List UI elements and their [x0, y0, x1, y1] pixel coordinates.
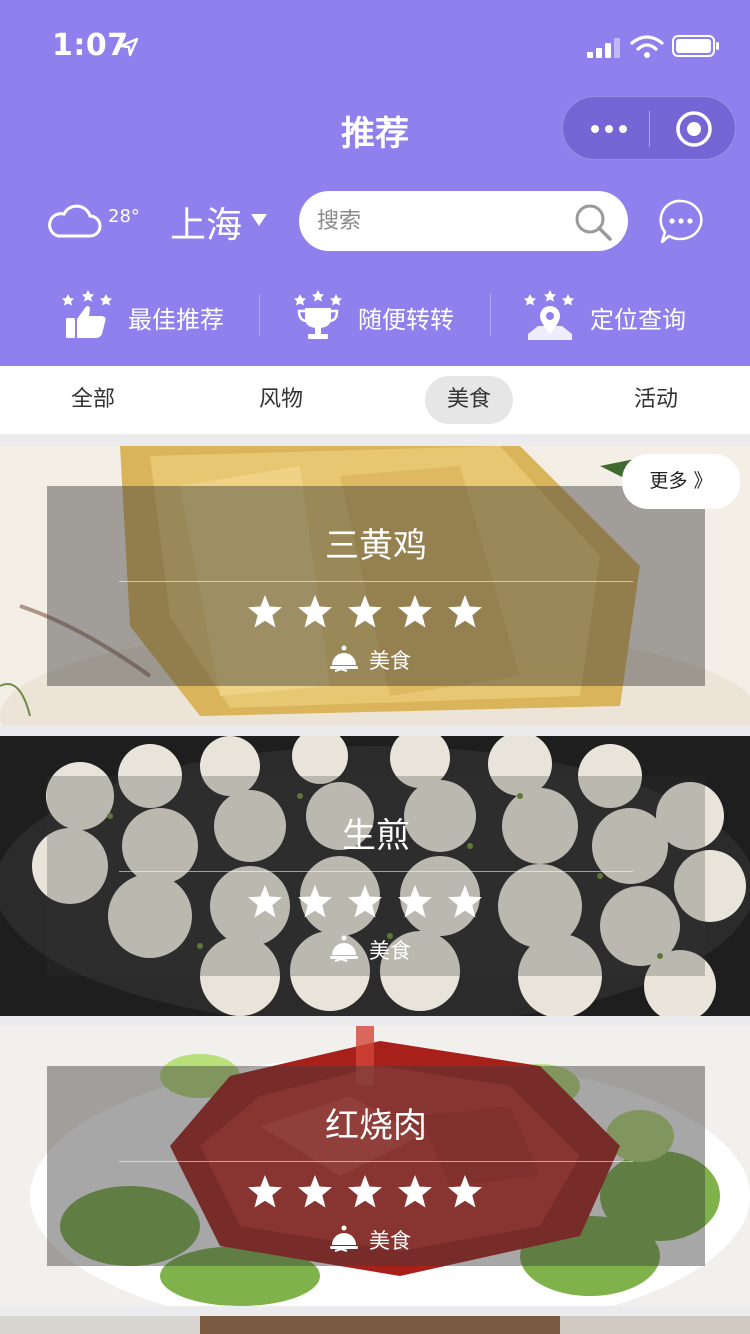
rating-stars [247, 594, 507, 630]
star-icon [248, 595, 282, 628]
star-icon [398, 595, 432, 628]
divider [119, 871, 633, 872]
category-tabs: 全部 风物 美食 活动 [0, 366, 750, 434]
dish-name: 红烧肉 [325, 1106, 427, 1146]
category-label: 美食 [369, 1229, 411, 1253]
food-cloche-icon [330, 1225, 358, 1252]
search-icon[interactable] [573, 202, 613, 242]
card-info-overlay: 三黄鸡 美食 [47, 486, 705, 686]
rating-stars [247, 884, 507, 920]
more-dots-icon[interactable] [589, 119, 629, 139]
capsule-divider [649, 111, 650, 147]
quick-nav-label: 随便转转 [358, 306, 454, 334]
tab-food[interactable]: 美食 [425, 376, 513, 424]
star-icon [398, 1175, 432, 1208]
list-item[interactable]: 红烧肉 美食 [0, 1026, 750, 1306]
location-arrow-icon [119, 37, 139, 57]
tab-local-goods[interactable]: 风物 [232, 376, 330, 424]
caret-down-icon[interactable] [249, 212, 269, 228]
quick-nav: 最佳推荐 随便转转 定位查询 [0, 286, 750, 346]
rating-stars [247, 1174, 507, 1210]
tab-all[interactable]: 全部 [44, 376, 142, 424]
status-bar: 1:07 [0, 0, 750, 90]
signal-icon [587, 38, 620, 58]
food-cloche-icon [330, 935, 358, 962]
card-info-overlay: 红烧肉 美食 [47, 1066, 705, 1266]
food-cloche-icon [330, 645, 358, 672]
search-box[interactable] [299, 191, 628, 251]
temperature: 28° [108, 206, 140, 227]
list-item[interactable]: 生煎 美食 [0, 736, 750, 1016]
star-icon [448, 1175, 482, 1208]
more-button[interactable]: 更多 》 [622, 454, 740, 509]
city-selector[interactable]: 上海 [170, 196, 242, 248]
cloud-icon [48, 204, 102, 238]
divider [259, 294, 260, 336]
close-target-icon[interactable] [675, 110, 713, 148]
star-icon [248, 885, 282, 918]
list-item[interactable]: 三黄鸡 美食 更多 》 [0, 446, 750, 726]
mini-program-capsule [562, 96, 736, 160]
star-icon [298, 885, 332, 918]
dish-name: 生煎 [342, 816, 410, 856]
map-pin-stars-icon [524, 290, 574, 340]
dish-name: 三黄鸡 [325, 526, 427, 566]
wifi-icon [630, 35, 664, 58]
thumbs-up-stars-icon [62, 290, 112, 338]
card-info-overlay: 生煎 美食 [47, 776, 705, 976]
star-icon [448, 595, 482, 628]
category-label: 美食 [369, 649, 411, 673]
star-icon [298, 1175, 332, 1208]
star-icon [348, 1175, 382, 1208]
star-icon [398, 885, 432, 918]
search-input[interactable] [317, 204, 557, 238]
divider [490, 294, 491, 336]
tab-activities[interactable]: 活动 [607, 376, 705, 424]
header: 1:07 推荐 28° 上海 搜索 最佳推荐 随便转转 定位查询 [0, 0, 750, 366]
star-icon [348, 595, 382, 628]
divider [119, 1161, 633, 1162]
trophy-stars-icon [294, 290, 342, 339]
battery-icon [672, 35, 719, 57]
list-item[interactable] [0, 1316, 750, 1334]
star-icon [248, 1175, 282, 1208]
divider [119, 581, 633, 582]
food-photo [0, 1316, 750, 1334]
star-icon [448, 885, 482, 918]
star-icon [348, 885, 382, 918]
quick-nav-label: 定位查询 [590, 306, 686, 334]
quick-nav-label: 最佳推荐 [128, 306, 224, 334]
star-icon [298, 595, 332, 628]
category-label: 美食 [369, 939, 411, 963]
chat-bubble-icon[interactable] [656, 197, 706, 247]
